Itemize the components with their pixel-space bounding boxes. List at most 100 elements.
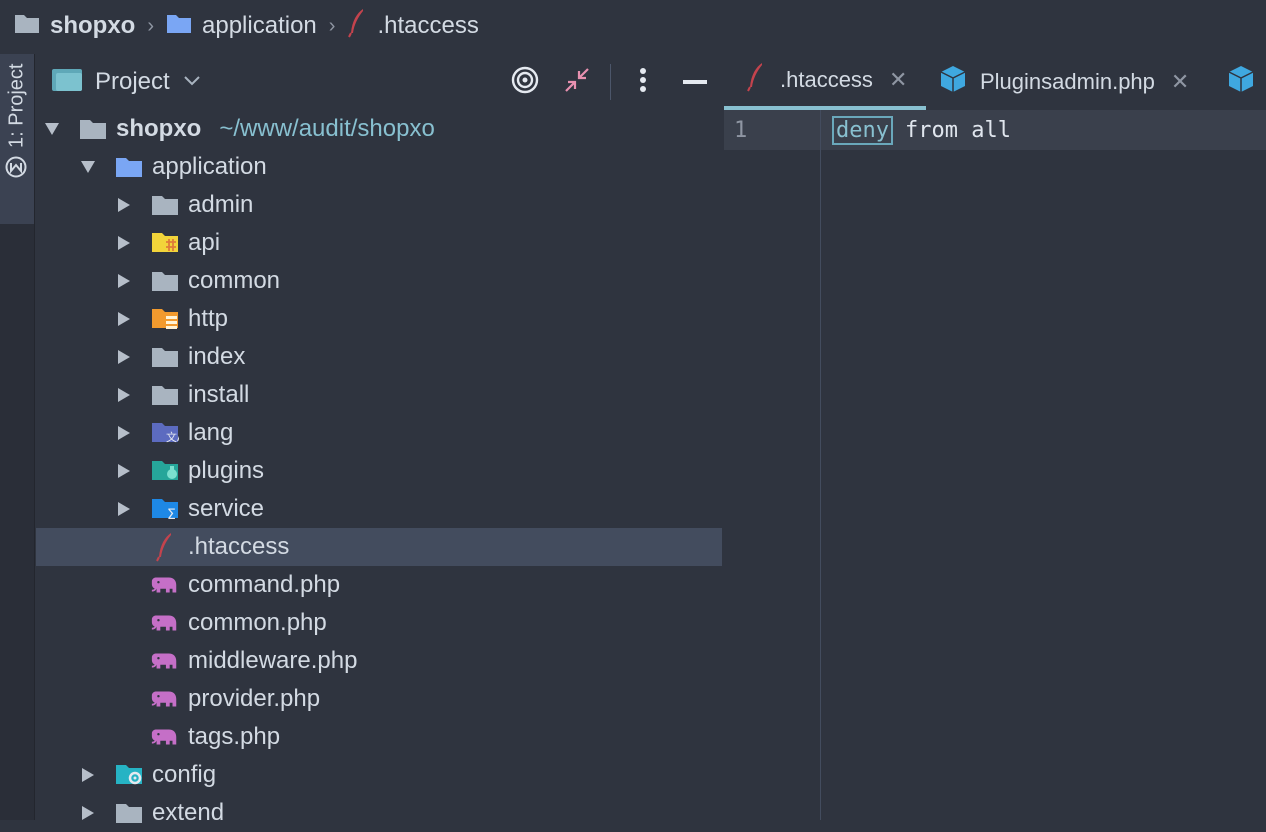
editor-tab-bar: .htaccess ✕ Pluginsadmin.php ✕: [724, 54, 1266, 110]
tree-row[interactable]: extend: [36, 794, 722, 832]
breadcrumb-folder-label: application: [202, 12, 317, 39]
chevron-right-icon: ›: [147, 14, 155, 37]
tree-row[interactable]: common.php: [36, 604, 722, 642]
folder-config-icon: [114, 762, 144, 788]
breadcrumb-project[interactable]: shopxo: [14, 12, 135, 41]
tree-item-label: service: [188, 495, 265, 522]
more-vertical-icon: [639, 67, 647, 98]
tree-item-label: index: [188, 343, 246, 370]
expand-right-icon[interactable]: [116, 387, 132, 403]
expand-down-icon[interactable]: [80, 159, 96, 175]
folder-icon: [150, 344, 180, 370]
tree-row[interactable]: config: [36, 756, 722, 794]
tab-htaccess[interactable]: .htaccess ✕: [724, 54, 926, 110]
chevron-right-icon: ›: [328, 14, 336, 37]
project-tool-window-button[interactable]: 1: Project: [0, 54, 34, 224]
tree-row[interactable]: install: [36, 376, 722, 414]
collapse-arrows-icon: [563, 66, 591, 99]
tree-row[interactable]: command.php: [36, 566, 722, 604]
m-circle-icon: [6, 156, 29, 178]
code-keyword: deny: [832, 115, 893, 145]
tree-item-label: config: [152, 761, 217, 788]
expand-right-icon[interactable]: [116, 501, 132, 517]
tree-item-label: admin: [188, 191, 254, 218]
tree-item-label: middleware.php: [188, 647, 358, 674]
collapse-all-button[interactable]: [559, 64, 595, 100]
tree-row[interactable]: common: [36, 262, 722, 300]
tree-item-label: api: [188, 229, 221, 256]
tab-overflow[interactable]: [1228, 54, 1266, 110]
breadcrumb-file[interactable]: .htaccess: [347, 8, 479, 45]
php-class-icon: [940, 65, 966, 99]
toolbar-divider: [610, 64, 611, 100]
folder-icon: [150, 192, 180, 218]
svg-text:Σ: Σ: [167, 507, 176, 521]
expand-right-icon[interactable]: [116, 197, 132, 213]
tree-item-label: http: [188, 305, 229, 332]
tree-item-label: common.php: [188, 609, 327, 636]
tree-row[interactable]: Σservice: [36, 490, 722, 528]
tree-item-label: install: [188, 381, 250, 408]
editor-gutter: [724, 110, 821, 820]
tree-item-label: tags.php: [188, 723, 281, 750]
close-tab-icon[interactable]: ✕: [889, 67, 907, 93]
locate-file-button[interactable]: [507, 64, 543, 100]
folder-http-icon: [150, 306, 180, 332]
tree-row[interactable]: shopxo ~/www/audit/shopxo: [36, 110, 722, 148]
php-class-icon: [1228, 65, 1254, 99]
tree-item-label: extend: [152, 799, 225, 826]
tree-row[interactable]: 文A lang: [36, 414, 722, 452]
hide-panel-button[interactable]: [677, 64, 713, 100]
php-elephant-icon: [150, 648, 180, 674]
breadcrumb-file-label: .htaccess: [377, 12, 479, 39]
tree-row[interactable]: index: [36, 338, 722, 376]
expand-right-icon[interactable]: [80, 767, 96, 783]
breadcrumb: shopxo › application › .htaccess: [0, 0, 1266, 52]
feather-icon: [150, 533, 180, 562]
close-tab-icon[interactable]: ✕: [1171, 69, 1189, 95]
project-view-selector[interactable]: Project: [95, 68, 170, 96]
tab-label: .htaccess: [780, 67, 873, 92]
expand-right-icon[interactable]: [116, 463, 132, 479]
tab-pluginsadmin[interactable]: Pluginsadmin.php ✕: [940, 54, 1220, 110]
tree-item-path: ~/www/audit/shopxo: [219, 115, 435, 142]
folder-icon: [150, 382, 180, 408]
tree-row[interactable]: tags.php: [36, 718, 722, 756]
expand-right-icon[interactable]: [116, 273, 132, 289]
folder-lang-icon: 文A: [150, 420, 180, 446]
code-line[interactable]: deny from all: [832, 112, 1011, 148]
tree-row[interactable]: application: [36, 148, 722, 186]
expand-right-icon[interactable]: [116, 311, 132, 327]
chevron-down-icon[interactable]: [183, 73, 200, 91]
expand-right-icon[interactable]: [116, 425, 132, 441]
line-number: 1: [734, 118, 748, 143]
tree-row[interactable]: middleware.php: [36, 642, 722, 680]
tree-row[interactable]: http: [36, 300, 722, 338]
options-menu-button[interactable]: [625, 64, 661, 100]
tree-row[interactable]: admin: [36, 186, 722, 224]
tree-item-label: plugins: [188, 457, 265, 484]
project-view-icon: [51, 67, 83, 98]
php-elephant-icon: [150, 686, 180, 712]
tree-row[interactable]: plugins: [36, 452, 722, 490]
expand-right-icon[interactable]: [80, 805, 96, 821]
expand-down-icon[interactable]: [44, 121, 60, 137]
breadcrumb-project-label: shopxo: [50, 12, 136, 39]
tree-item-label: lang: [188, 419, 234, 446]
tree-row[interactable]: api: [36, 224, 722, 262]
expand-right-icon[interactable]: [116, 235, 132, 251]
breadcrumb-folder[interactable]: application: [166, 12, 317, 41]
tree-row[interactable]: .htaccess: [36, 528, 722, 566]
folder-blue-icon: [166, 12, 192, 41]
tree-item-label: provider.php: [188, 685, 321, 712]
expand-right-icon[interactable]: [116, 349, 132, 365]
minimize-icon: [683, 73, 707, 91]
folder-blue-icon: [114, 154, 144, 180]
tree-row[interactable]: provider.php: [36, 680, 722, 718]
php-elephant-icon: [150, 724, 180, 750]
tab-label: Pluginsadmin.php: [980, 69, 1155, 94]
folder-icon: [114, 800, 144, 826]
project-panel-header: Project: [35, 54, 722, 110]
folder-api-icon: [150, 230, 180, 256]
folder-service-icon: Σ: [150, 496, 180, 522]
